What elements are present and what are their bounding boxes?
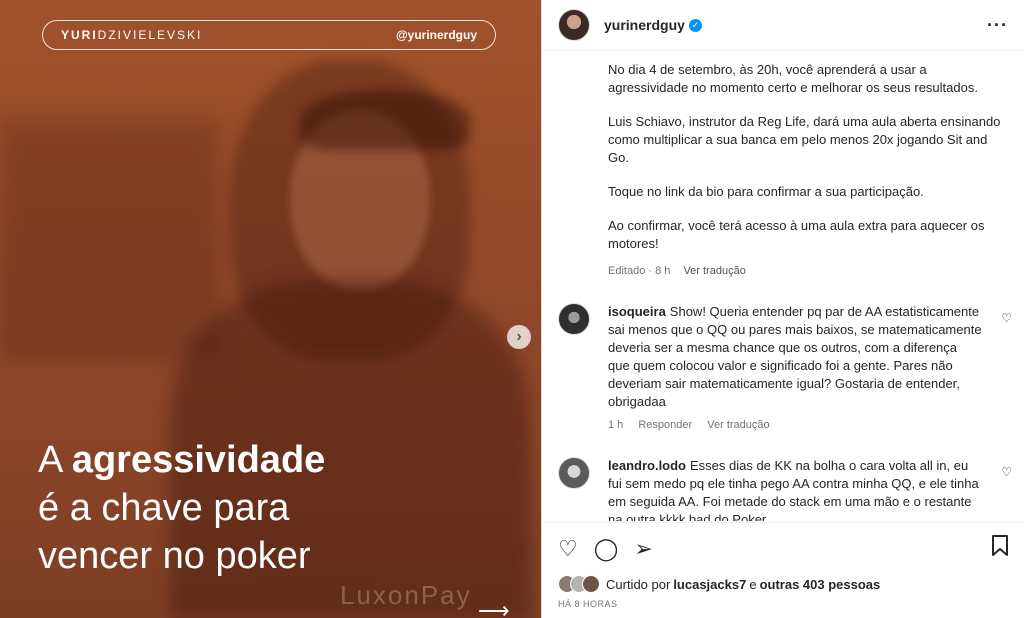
- post-timestamp[interactable]: HÁ 8 HORAS: [558, 599, 1009, 609]
- brand-bar: YURIDZIVIELEVSKI @yurinerdguy: [42, 20, 496, 50]
- arrow-right-icon: ⟶: [478, 598, 510, 618]
- comment-username[interactable]: leandro.lodo: [608, 458, 686, 473]
- caption-paragraph: No dia 4 de setembro, às 20h, você apren…: [608, 62, 978, 95]
- caption-meta: Editado · 8 h Ver tradução: [608, 265, 1008, 277]
- likes-others[interactable]: outras 403 pessoas: [760, 577, 881, 592]
- comment-text: leandro.lodo Esses dias de KK na bolha o …: [608, 457, 1008, 521]
- heart-icon[interactable]: ♡: [1001, 465, 1012, 479]
- action-bar: ♡ ◯ ➢: [558, 523, 1009, 575]
- caption-paragraph: Toque no link da bio para confirmar a su…: [608, 184, 924, 199]
- comment: leandro.lodo Esses dias de KK na bolha o …: [558, 457, 1012, 521]
- heart-icon[interactable]: ♡: [558, 536, 578, 562]
- avatar[interactable]: [558, 9, 590, 41]
- post-username[interactable]: yurinerdguy: [604, 17, 685, 33]
- comment-body: Show! Queria entender pq par de AA estat…: [608, 304, 982, 409]
- comment-icon[interactable]: ◯: [594, 536, 619, 562]
- see-translation-link[interactable]: Ver tradução: [707, 419, 769, 431]
- heart-icon[interactable]: ♡: [1001, 311, 1012, 325]
- comment-meta: 1 h Responder Ver tradução: [608, 419, 1008, 431]
- next-slide-button[interactable]: ›: [507, 325, 531, 349]
- post-side-panel: yurinerdguy ✓ ··· No dia 4 de setembro, …: [541, 0, 1024, 618]
- comment-time: 1 h: [608, 419, 624, 431]
- avatar[interactable]: [558, 457, 590, 489]
- reply-button[interactable]: Responder: [638, 419, 692, 431]
- likes-middle: e: [749, 576, 757, 592]
- headline-line-2: é a chave para: [38, 487, 290, 529]
- brand-handle: @yurinerdguy: [395, 28, 477, 42]
- headline-bold: agressividade: [71, 439, 326, 481]
- more-options-icon[interactable]: ···: [987, 15, 1008, 36]
- post-actions: ♡ ◯ ➢ Curtido por lucasjacks7 e outras 4…: [542, 522, 1024, 618]
- comment-text: isoqueira Show! Queria entender pq par de…: [608, 303, 1008, 411]
- bookmark-icon[interactable]: [991, 535, 1009, 563]
- watermark: LuxonPay: [340, 580, 472, 610]
- post-image[interactable]: YURIDZIVIELEVSKI @yurinerdguy A agressiv…: [0, 0, 541, 618]
- background-shape: [0, 120, 220, 360]
- comment: isoqueira Show! Queria entender pq par de…: [558, 303, 1012, 431]
- avatar[interactable]: [558, 303, 590, 335]
- caption-paragraph: Ao confirmar, você terá acesso à uma aul…: [608, 218, 985, 251]
- edited-label: Editado · 8 h: [608, 265, 671, 277]
- headline-line-3: vencer no poker: [38, 535, 311, 577]
- headline-prefix: A: [38, 439, 72, 481]
- liker-username[interactable]: lucasjacks7: [673, 577, 746, 592]
- liker-avatars: [558, 575, 600, 593]
- see-translation-link[interactable]: Ver tradução: [683, 265, 745, 277]
- portrait-hair-shape: [300, 90, 470, 150]
- comment-username[interactable]: isoqueira: [608, 304, 666, 319]
- brand-name: YURIDZIVIELEVSKI: [61, 28, 203, 42]
- caption-paragraph: Luis Schiavo, instrutor da Reg Life, dar…: [608, 114, 1001, 165]
- post-headline: A agressividade é a chave para vencer no…: [38, 436, 325, 580]
- chevron-right-icon: ›: [516, 328, 522, 345]
- likes-prefix: Curtido por: [606, 576, 671, 592]
- post-caption: No dia 4 de setembro, às 20h, você apren…: [608, 61, 1008, 277]
- comments-scroll-area[interactable]: No dia 4 de setembro, às 20h, você apren…: [542, 51, 1024, 521]
- send-icon[interactable]: ➢: [634, 536, 652, 562]
- verified-badge-icon: ✓: [688, 18, 702, 32]
- likes-summary: Curtido por lucasjacks7 e outras 403 pes…: [558, 575, 1009, 593]
- post-header: yurinerdguy ✓ ···: [542, 0, 1024, 51]
